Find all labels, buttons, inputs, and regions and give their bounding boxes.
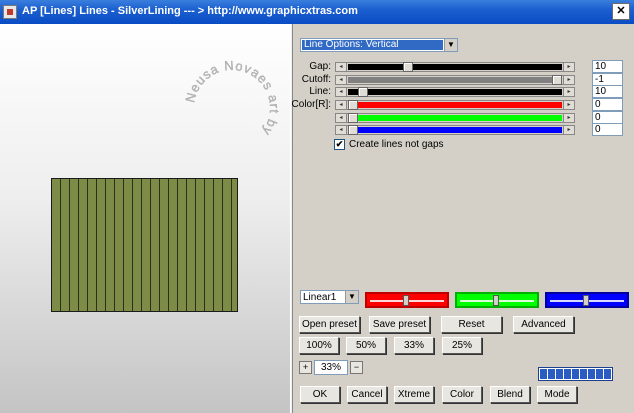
arrow-left-icon[interactable]: ◂ bbox=[336, 101, 347, 109]
close-icon: ✕ bbox=[616, 5, 626, 17]
create-lines-label: Create lines not gaps bbox=[349, 139, 444, 150]
save-preset-button[interactable]: Save preset bbox=[369, 316, 430, 333]
progress-cell bbox=[580, 369, 587, 379]
progress-cell bbox=[548, 369, 555, 379]
chevron-down-icon: ▼ bbox=[345, 291, 358, 303]
gap-value-field[interactable]: 10 bbox=[592, 60, 623, 73]
cutoff-track[interactable] bbox=[348, 77, 562, 83]
blue-color-slider[interactable] bbox=[545, 292, 629, 308]
arrow-left-icon[interactable]: ◂ bbox=[336, 63, 347, 71]
arrow-left-icon[interactable]: ◂ bbox=[336, 88, 347, 96]
xtreme-button[interactable]: Xtreme bbox=[394, 386, 434, 403]
blend-button[interactable]: Blend bbox=[490, 386, 530, 403]
color-r-slider[interactable]: ◂ ▸ bbox=[335, 100, 575, 110]
preview-pane: Neusa Novaes art by bbox=[0, 24, 290, 413]
green-color-thumb[interactable] bbox=[493, 295, 499, 306]
advanced-button[interactable]: Advanced bbox=[513, 316, 574, 333]
cancel-button[interactable]: Cancel bbox=[347, 386, 387, 403]
arrow-left-icon[interactable]: ◂ bbox=[336, 126, 347, 134]
controls-pane: Line Options: Vertical ▼ Gap: ◂ ▸ 10 Cutoff:… bbox=[291, 24, 634, 413]
ok-button[interactable]: OK bbox=[300, 386, 340, 403]
progress-indicator bbox=[538, 367, 613, 381]
color-b-thumb[interactable] bbox=[348, 125, 358, 135]
gap-label: Gap: bbox=[309, 61, 331, 72]
mode-button[interactable]: Mode bbox=[537, 386, 577, 403]
progress-cell bbox=[596, 369, 603, 379]
watermark-text: Neusa Novaes art by bbox=[182, 58, 281, 139]
zoom-100-button[interactable]: 100% bbox=[299, 337, 339, 354]
color-r-thumb[interactable] bbox=[348, 100, 358, 110]
arrow-right-icon[interactable]: ▸ bbox=[563, 88, 574, 96]
arrow-right-icon[interactable]: ▸ bbox=[563, 126, 574, 134]
line-thumb[interactable] bbox=[358, 87, 368, 97]
arrow-left-icon[interactable]: ◂ bbox=[336, 114, 347, 122]
cutoff-slider[interactable]: ◂ ▸ bbox=[335, 75, 575, 85]
line-slider[interactable]: ◂ ▸ bbox=[335, 87, 575, 97]
arrow-right-icon[interactable]: ▸ bbox=[563, 63, 574, 71]
close-button[interactable]: ✕ bbox=[612, 3, 630, 20]
progress-cell bbox=[564, 369, 571, 379]
red-color-thumb[interactable] bbox=[403, 295, 409, 306]
reset-button[interactable]: Reset bbox=[441, 316, 502, 333]
progress-cell bbox=[588, 369, 595, 379]
cutoff-thumb[interactable] bbox=[552, 75, 562, 85]
line-options-value: Line Options: Vertical bbox=[302, 40, 443, 50]
arrow-left-icon[interactable]: ◂ bbox=[336, 76, 347, 84]
color-b-value-field[interactable]: 0 bbox=[592, 123, 623, 136]
color-g-thumb[interactable] bbox=[348, 113, 358, 123]
color-button[interactable]: Color bbox=[442, 386, 482, 403]
open-preset-button[interactable]: Open preset bbox=[299, 316, 360, 333]
arrow-right-icon[interactable]: ▸ bbox=[563, 114, 574, 122]
arrow-right-icon[interactable]: ▸ bbox=[563, 76, 574, 84]
app-icon bbox=[3, 5, 17, 19]
color-r-label: Color[R]: bbox=[291, 99, 331, 110]
color-g-track[interactable] bbox=[348, 115, 562, 121]
gap-track[interactable] bbox=[348, 64, 562, 70]
cutoff-label: Cutoff: bbox=[301, 74, 331, 85]
chevron-down-icon: ▼ bbox=[444, 39, 457, 51]
zoom-value-field[interactable]: 33% bbox=[314, 360, 348, 375]
line-label: Line: bbox=[309, 86, 331, 97]
green-color-slider[interactable] bbox=[455, 292, 539, 308]
progress-cell bbox=[572, 369, 579, 379]
line-value-field[interactable]: 10 bbox=[592, 85, 623, 98]
progress-cell bbox=[556, 369, 563, 379]
lines-pattern-preview bbox=[51, 178, 238, 312]
blue-color-thumb[interactable] bbox=[583, 295, 589, 306]
title-bar: AP [Lines] Lines - SilverLining --- > ht… bbox=[0, 0, 634, 24]
gap-slider[interactable]: ◂ ▸ bbox=[335, 62, 575, 72]
gap-thumb[interactable] bbox=[403, 62, 413, 72]
color-g-slider[interactable]: ◂ ▸ bbox=[335, 113, 575, 123]
color-b-slider[interactable]: ◂ ▸ bbox=[335, 125, 575, 135]
zoom-out-button[interactable]: − bbox=[350, 361, 363, 374]
svg-text:Neusa Novaes art by: Neusa Novaes art by bbox=[182, 58, 282, 139]
red-color-slider[interactable] bbox=[365, 292, 449, 308]
color-r-track[interactable] bbox=[348, 102, 562, 108]
color-b-track[interactable] bbox=[348, 127, 562, 133]
watermark-logo: Neusa Novaes art by bbox=[182, 58, 282, 139]
line-options-select[interactable]: Line Options: Vertical ▼ bbox=[300, 38, 458, 52]
line-track[interactable] bbox=[348, 89, 562, 95]
checkbox-icon[interactable]: ✔ bbox=[334, 139, 345, 150]
zoom-in-button[interactable]: + bbox=[299, 361, 312, 374]
window-title: AP [Lines] Lines - SilverLining --- > ht… bbox=[22, 5, 358, 17]
arrow-right-icon[interactable]: ▸ bbox=[563, 101, 574, 109]
zoom-50-button[interactable]: 50% bbox=[346, 337, 386, 354]
progress-cell bbox=[540, 369, 547, 379]
zoom-33-button[interactable]: 33% bbox=[394, 337, 434, 354]
preset-select-value: Linear1 bbox=[303, 292, 337, 303]
color-r-value-field[interactable]: 0 bbox=[592, 98, 623, 111]
zoom-25-button[interactable]: 25% bbox=[442, 337, 482, 354]
preset-select[interactable]: Linear1 ▼ bbox=[300, 290, 359, 304]
progress-cell bbox=[604, 369, 611, 379]
